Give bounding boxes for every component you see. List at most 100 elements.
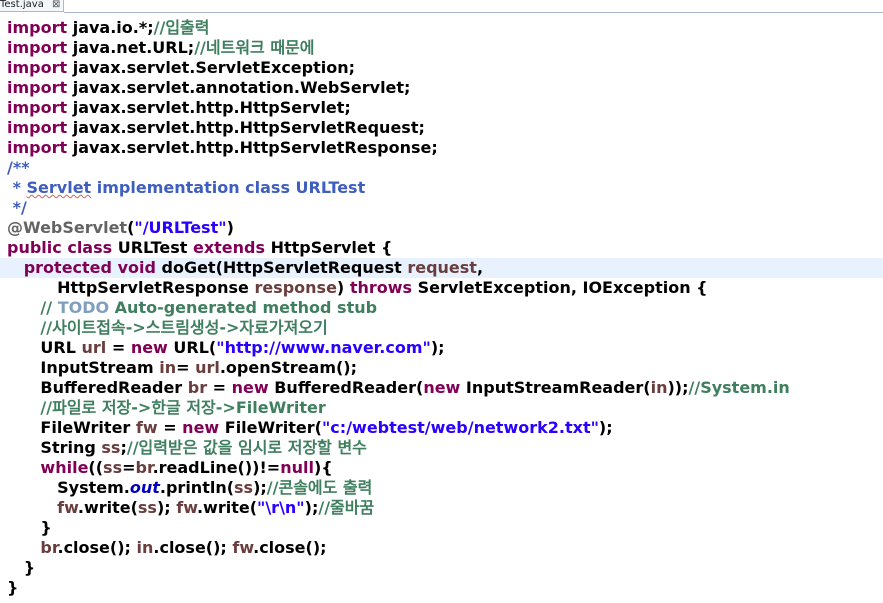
code-token: //줄바꿈 xyxy=(318,498,375,517)
code-line[interactable]: import javax.servlet.annotation.WebServl… xyxy=(7,78,410,98)
code-editor[interactable]: import java.io.*;//입출력 import java.net.UR… xyxy=(0,13,883,603)
code-line[interactable]: while((ss=br.readLine())!=null){ xyxy=(7,458,333,478)
code-token: //입력받은 값을 임시로 저장할 변수 xyxy=(126,438,367,457)
code-token: InputStream xyxy=(7,358,160,377)
code-token: new xyxy=(130,338,174,357)
code-token: new xyxy=(423,378,466,397)
code-line[interactable]: FileWriter fw = new FileWriter("c:/webte… xyxy=(7,418,613,438)
code-line[interactable]: BufferedReader br = new BufferedReader(n… xyxy=(7,378,790,398)
code-line[interactable]: public class URLTest extends HttpServlet… xyxy=(7,238,392,258)
code-token: ); xyxy=(598,418,613,437)
code-token: ss xyxy=(137,498,157,517)
code-line[interactable]: import javax.servlet.http.HttpServletReq… xyxy=(7,118,425,138)
code-token: javax.servlet.http.HttpServletRequest; xyxy=(72,118,425,137)
tab-test-java[interactable]: Test.java ⊠ xyxy=(0,0,64,12)
code-line[interactable]: //사이트접속->스트림생성->자료가져오기 xyxy=(7,318,327,338)
code-line[interactable]: } xyxy=(7,558,35,578)
code-line[interactable]: * Servlet implementation class URLTest xyxy=(7,178,366,198)
code-token: doGet(HttpServletRequest xyxy=(161,258,408,277)
code-token: FileWriter( xyxy=(224,418,322,437)
code-token: URL xyxy=(7,338,82,357)
code-line[interactable]: } xyxy=(7,578,18,598)
code-token: "http://www.naver.com" xyxy=(216,338,431,357)
code-token: .openStream(); xyxy=(219,358,358,377)
code-line[interactable]: // TODO Auto-generated method stub xyxy=(7,298,377,318)
code-line[interactable]: br.close(); in.close(); fw.close(); xyxy=(7,538,327,558)
code-token: ) xyxy=(226,218,234,237)
code-token: class xyxy=(67,238,118,257)
code-line[interactable]: } xyxy=(7,518,52,538)
code-token: out xyxy=(129,478,160,497)
code-token: } xyxy=(7,558,36,577)
code-token: InputStreamReader( xyxy=(465,378,651,397)
code-token: "c:/webtest/web/network2.txt" xyxy=(321,418,599,437)
code-line[interactable]: System.out.println(ss);//콘솔에도 출력 xyxy=(7,478,372,498)
code-token: */ xyxy=(7,198,27,217)
code-token: } xyxy=(7,578,19,597)
code-line[interactable]: URL url = new URL("http://www.naver.com"… xyxy=(7,338,444,358)
code-line[interactable]: */ xyxy=(7,198,27,218)
code-line[interactable]: /** xyxy=(7,158,30,178)
code-line[interactable]: HttpServletResponse response) throws Ser… xyxy=(7,278,707,298)
code-token: } xyxy=(7,518,52,537)
code-token: .close(); xyxy=(253,538,327,557)
code-token: ss xyxy=(103,458,123,477)
code-line[interactable]: import java.net.URL;//네트워크 때문에 xyxy=(7,38,315,58)
code-token: .close(); xyxy=(57,538,137,557)
code-token: //System.in xyxy=(688,378,790,397)
code-token: BufferedReader xyxy=(7,378,188,397)
code-token: ); xyxy=(156,498,177,517)
code-token: java.net.URL; xyxy=(72,38,195,57)
code-token: javax.servlet.ServletException; xyxy=(72,58,356,77)
code-token: javax.servlet.annotation.WebServlet; xyxy=(72,78,411,97)
code-line[interactable]: import javax.servlet.http.HttpServlet; xyxy=(7,98,351,118)
code-token: TODO xyxy=(57,298,110,317)
code-token: String xyxy=(7,438,102,457)
code-token: br xyxy=(135,458,153,477)
code-token: import xyxy=(7,138,73,157)
code-line[interactable]: String ss;//입력받은 값을 임시로 저장할 변수 xyxy=(7,438,367,458)
code-token: Servlet xyxy=(26,178,92,197)
close-icon[interactable]: ⊠ xyxy=(52,0,60,11)
code-token: new xyxy=(231,378,275,397)
code-token: fw xyxy=(232,538,254,557)
code-token: while xyxy=(40,458,89,477)
code-line[interactable]: import java.io.*;//입출력 xyxy=(7,18,209,38)
code-line[interactable]: fw.write(ss); fw.write("\r\n");//줄바꿈 xyxy=(7,498,374,518)
code-line[interactable]: //파일로 저장->한글 저장->FileWriter xyxy=(7,398,325,418)
code-line[interactable]: import javax.servlet.ServletException; xyxy=(7,58,355,78)
code-token: fw xyxy=(176,498,197,517)
code-line[interactable]: InputStream in= url.openStream(); xyxy=(7,358,357,378)
code-token: = xyxy=(122,458,136,477)
code-token: HttpServletResponse xyxy=(7,278,255,297)
code-token: fw xyxy=(135,418,158,437)
code-token: javax.servlet.http.HttpServlet; xyxy=(72,98,351,117)
code-token: System. xyxy=(7,478,130,497)
code-token: throws xyxy=(349,278,418,297)
code-token: @WebServlet xyxy=(7,218,128,237)
code-token: .readLine())!= xyxy=(152,458,281,477)
code-token: import xyxy=(7,58,73,77)
fold-marker-icon[interactable] xyxy=(0,258,7,278)
code-token: URLTest xyxy=(117,238,193,257)
code-token: BufferedReader( xyxy=(274,378,424,397)
code-token: response xyxy=(254,278,337,297)
code-token: = xyxy=(157,418,183,437)
code-token: , xyxy=(476,258,484,277)
code-line[interactable]: @WebServlet("/URLTest") xyxy=(7,218,234,238)
fold-marker-icon[interactable] xyxy=(0,158,7,178)
code-token: .println( xyxy=(159,478,235,497)
editor-tab-bar: Test.java ⊠ xyxy=(0,0,883,13)
code-token: .write( xyxy=(196,498,257,517)
code-line[interactable]: import javax.servlet.http.HttpServletRes… xyxy=(7,138,438,158)
code-token: ); xyxy=(304,498,319,517)
code-token: null xyxy=(280,458,314,477)
code-token: (( xyxy=(88,458,104,477)
code-line[interactable]: protected void doGet(HttpServletRequest … xyxy=(0,258,883,278)
code-token: ){ xyxy=(313,458,333,477)
